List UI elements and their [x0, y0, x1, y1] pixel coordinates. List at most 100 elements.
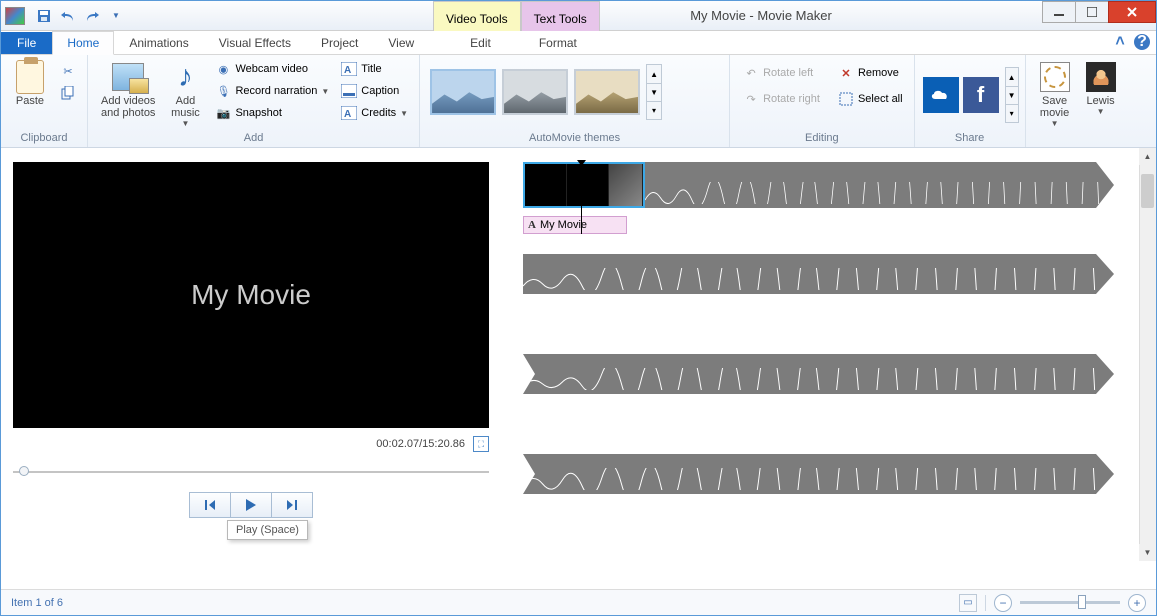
theme-default[interactable]	[430, 69, 496, 115]
group-share-label: Share	[921, 132, 1019, 146]
rotate-right-button[interactable]: ↷Rotate right	[738, 88, 825, 110]
paste-button[interactable]: Paste	[7, 58, 53, 110]
zoom-slider[interactable]	[1020, 601, 1120, 604]
share-more-icon[interactable]: ▾	[1006, 104, 1018, 122]
credits-button[interactable]: ACredits ▼	[336, 102, 413, 124]
add-videos-button[interactable]: Add videos and photos	[94, 58, 162, 122]
fullscreen-icon[interactable]: ⛶	[473, 436, 489, 452]
skydrive-button[interactable]	[923, 77, 959, 113]
tab-animations[interactable]: Animations	[114, 31, 203, 54]
cut-button[interactable]: ✂	[55, 60, 81, 82]
record-narration-button[interactable]: 🎙Record narration ▼	[210, 80, 334, 102]
collapse-ribbon-icon[interactable]: ˄	[1112, 34, 1128, 50]
title-icon: A	[341, 61, 357, 77]
prev-frame-button[interactable]	[189, 492, 231, 518]
workspace: My Movie 00:02.07/15:20.86 ⛶ Play (Space…	[1, 148, 1156, 561]
gallery-up-icon[interactable]: ▲	[647, 65, 661, 83]
audio-waveform-1[interactable]	[645, 162, 1114, 208]
copy-icon	[60, 85, 76, 101]
scrollbar-thumb[interactable]	[1141, 174, 1154, 208]
time-display: 00:02.07/15:20.86	[376, 438, 465, 450]
webcam-icon: ◉	[215, 61, 231, 77]
credits-icon: A	[341, 105, 357, 121]
save-movie-button[interactable]: Save movie▼	[1032, 58, 1078, 131]
share-up-icon[interactable]: ▲	[1006, 68, 1018, 86]
next-frame-button[interactable]	[271, 492, 313, 518]
minimize-button[interactable]	[1042, 1, 1076, 23]
group-clipboard-label: Clipboard	[7, 132, 81, 146]
copy-button[interactable]	[55, 82, 81, 104]
video-clip[interactable]	[523, 162, 645, 208]
group-automovie: ▲ ▼ ▾ AutoMovie themes	[420, 55, 730, 147]
share-down-icon[interactable]: ▼	[1006, 86, 1018, 104]
signin-label: Lewis	[1087, 95, 1115, 107]
audio-waveform-3[interactable]	[523, 354, 1114, 394]
timeline-row-3[interactable]	[523, 350, 1114, 400]
zoom-slider-thumb[interactable]	[1078, 595, 1086, 609]
tab-visual-effects[interactable]: Visual Effects	[204, 31, 306, 54]
play-button[interactable]	[230, 492, 272, 518]
ribbon: Paste ✂ Clipboard Add videos and photos …	[1, 55, 1156, 148]
title-clip-label: My Movie	[540, 219, 587, 231]
scroll-up-icon[interactable]: ▲	[1139, 148, 1156, 165]
add-music-label: Add music	[171, 95, 200, 119]
webcam-button[interactable]: ◉Webcam video	[210, 58, 334, 80]
playhead[interactable]	[581, 164, 582, 234]
status-bar: Item 1 of 6 ▭ − +	[1, 589, 1156, 615]
tab-view[interactable]: View	[373, 31, 429, 54]
video-tools-tab[interactable]: Video Tools	[433, 1, 521, 31]
file-tab[interactable]: File	[1, 32, 52, 54]
caption-button[interactable]: Caption	[336, 80, 413, 102]
seek-bar[interactable]	[13, 466, 489, 478]
group-add-label: Add	[94, 132, 413, 146]
zoom-out-button[interactable]: −	[994, 594, 1012, 612]
redo-icon[interactable]	[81, 5, 103, 27]
maximize-button[interactable]	[1075, 1, 1109, 23]
zoom-in-button[interactable]: +	[1128, 594, 1146, 612]
music-note-icon: ♪	[178, 62, 193, 92]
close-button[interactable]	[1108, 1, 1156, 23]
undo-icon[interactable]	[57, 5, 79, 27]
timeline-pane[interactable]: A My Movie ▲ ▼	[501, 148, 1156, 561]
tab-format[interactable]: Format	[524, 31, 592, 54]
gallery-more-icon[interactable]: ▾	[647, 101, 661, 119]
quick-access-toolbar: ▼	[33, 5, 127, 27]
facebook-button[interactable]: f	[963, 77, 999, 113]
svg-text:A: A	[344, 65, 351, 76]
add-music-button[interactable]: ♪ Add music▼	[162, 58, 208, 131]
vertical-scrollbar[interactable]: ▲ ▼	[1139, 148, 1156, 561]
audio-waveform-2[interactable]	[523, 254, 1114, 294]
clipboard-icon	[16, 60, 44, 94]
theme-2[interactable]	[502, 69, 568, 115]
timeline-row-1[interactable]: A My Movie	[523, 162, 1114, 212]
save-icon[interactable]	[33, 5, 55, 27]
preview-monitor[interactable]: My Movie	[13, 162, 489, 428]
select-all-button[interactable]: Select all	[833, 88, 908, 110]
seek-thumb[interactable]	[19, 466, 29, 476]
add-videos-label: Add videos and photos	[101, 95, 155, 119]
tab-edit[interactable]: Edit	[455, 31, 506, 54]
window-controls	[1043, 1, 1156, 23]
timeline-row-4[interactable]	[523, 450, 1114, 500]
qat-dropdown-icon[interactable]: ▼	[105, 5, 127, 27]
remove-button[interactable]: ✕Remove	[833, 62, 908, 84]
tab-project[interactable]: Project	[306, 31, 373, 54]
help-icon[interactable]: ?	[1134, 34, 1150, 50]
theme-3[interactable]	[574, 69, 640, 115]
gallery-down-icon[interactable]: ▼	[647, 83, 661, 101]
timeline-row-2[interactable]	[523, 250, 1114, 300]
audio-waveform-4[interactable]	[523, 454, 1114, 494]
play-tooltip: Play (Space)	[227, 520, 308, 540]
snapshot-button[interactable]: 📷Snapshot	[210, 102, 334, 124]
title-clip[interactable]: A My Movie	[523, 216, 627, 234]
microphone-icon: 🎙	[215, 83, 231, 99]
rotate-left-button[interactable]: ↶Rotate left	[738, 62, 825, 84]
select-all-icon	[838, 91, 854, 107]
signin-button[interactable]: Lewis ▼	[1078, 58, 1124, 119]
theme-gallery-spinner: ▲ ▼ ▾	[646, 64, 662, 120]
title-button[interactable]: ATitle	[336, 58, 413, 80]
tab-home[interactable]: Home	[52, 31, 114, 55]
scroll-down-icon[interactable]: ▼	[1139, 544, 1156, 561]
view-toggle-button[interactable]: ▭	[959, 594, 977, 612]
save-movie-label: Save movie	[1040, 95, 1069, 119]
